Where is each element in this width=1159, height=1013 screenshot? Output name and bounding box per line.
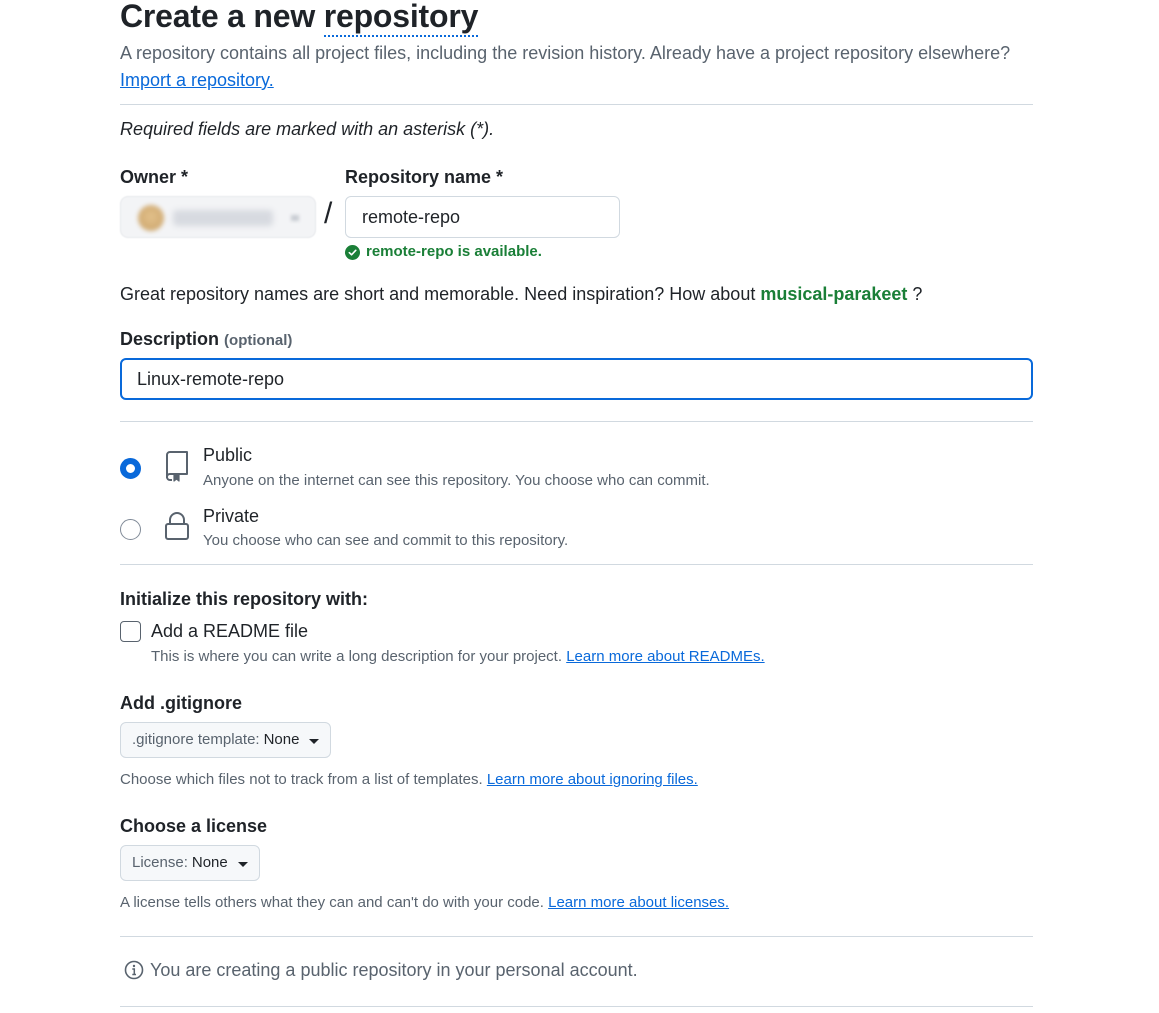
gitignore-heading: Add .gitignore bbox=[120, 693, 242, 713]
description-label-text: Description bbox=[120, 329, 220, 349]
public-repo-notice-text: You are creating a public repository in … bbox=[150, 960, 638, 980]
check-circle-icon bbox=[345, 244, 360, 260]
license-select-value: None bbox=[191, 854, 228, 871]
inspiration-suffix: ? bbox=[907, 284, 923, 304]
info-icon bbox=[124, 960, 144, 980]
lock-icon bbox=[164, 511, 190, 543]
visibility-public-radio[interactable] bbox=[120, 458, 141, 479]
learn-more-licenses-link[interactable]: Learn more about licenses. bbox=[548, 894, 729, 911]
add-readme-checkbox[interactable] bbox=[120, 621, 141, 642]
learn-more-ignoring-files-link[interactable]: Learn more about ignoring files. bbox=[487, 771, 698, 788]
caret-down-icon bbox=[237, 861, 248, 867]
page-title: Create a new repository bbox=[120, 0, 478, 37]
visibility-private-radio[interactable] bbox=[120, 519, 141, 540]
owner-label: Owner * bbox=[120, 167, 189, 187]
initialize-heading: Initialize this repository with: bbox=[120, 589, 369, 609]
divider bbox=[120, 1006, 1033, 1007]
page-title-prefix: Create a new bbox=[120, 0, 324, 34]
repository-name-input[interactable]: remote-repo bbox=[345, 196, 620, 238]
required-fields-note: Required fields are marked with an aster… bbox=[120, 119, 495, 139]
license-select-prefix: License: bbox=[132, 854, 188, 871]
license-help-text: A license tells others what they can and… bbox=[120, 894, 549, 911]
license-heading: Choose a license bbox=[120, 816, 268, 836]
visibility-private-description: You choose who can see and commit to thi… bbox=[203, 532, 569, 549]
readme-help-text: This is where you can write a long descr… bbox=[151, 648, 567, 665]
description-input[interactable]: Linux-remote-repo bbox=[120, 358, 1033, 400]
repo-icon bbox=[164, 450, 190, 482]
visibility-public-label: Public bbox=[203, 445, 253, 465]
suggested-name-button[interactable]: musical-parakeet bbox=[760, 284, 907, 304]
import-repository-link[interactable]: Import a repository. bbox=[120, 70, 274, 90]
divider bbox=[120, 421, 1033, 422]
license-help: A license tells others what they can and… bbox=[120, 894, 729, 912]
page-subtitle: A repository contains all project files,… bbox=[120, 43, 1011, 63]
license-select[interactable]: License: None bbox=[120, 845, 260, 881]
availability-text: remote-repo is available. bbox=[366, 243, 542, 260]
gitignore-template-select[interactable]: .gitignore template: None bbox=[120, 722, 332, 758]
divider bbox=[120, 564, 1033, 565]
gitignore-select-value: None bbox=[263, 731, 300, 748]
description-label: Description (optional) bbox=[120, 329, 292, 351]
owner-select[interactable] bbox=[120, 196, 316, 238]
chevron-down-icon bbox=[291, 215, 299, 221]
gitignore-select-prefix: .gitignore template: bbox=[132, 731, 260, 748]
divider bbox=[120, 104, 1033, 105]
gitignore-help-text: Choose which files not to track from a l… bbox=[120, 771, 487, 788]
caret-down-icon bbox=[309, 738, 320, 744]
owner-name-redacted bbox=[173, 210, 273, 226]
page-title-repository: repository bbox=[323, 0, 478, 37]
avatar bbox=[138, 205, 164, 231]
repository-name-label: Repository name * bbox=[345, 167, 504, 187]
divider bbox=[120, 936, 1033, 937]
optional-tag: (optional) bbox=[224, 332, 293, 349]
learn-more-readmes-link[interactable]: Learn more about READMEs. bbox=[566, 648, 764, 665]
availability-status: remote-repo is available. bbox=[345, 243, 542, 261]
visibility-public-description: Anyone on the internet can see this repo… bbox=[203, 472, 710, 489]
add-readme-label[interactable]: Add a README file bbox=[151, 621, 308, 641]
readme-help: This is where you can write a long descr… bbox=[151, 648, 765, 666]
owner-repo-separator: / bbox=[324, 197, 333, 230]
name-inspiration: Great repository names are short and mem… bbox=[120, 284, 922, 304]
visibility-private-label: Private bbox=[203, 506, 260, 526]
gitignore-help: Choose which files not to track from a l… bbox=[120, 771, 698, 789]
public-repo-notice: You are creating a public repository in … bbox=[124, 960, 638, 980]
inspiration-prefix: Great repository names are short and mem… bbox=[120, 284, 761, 304]
